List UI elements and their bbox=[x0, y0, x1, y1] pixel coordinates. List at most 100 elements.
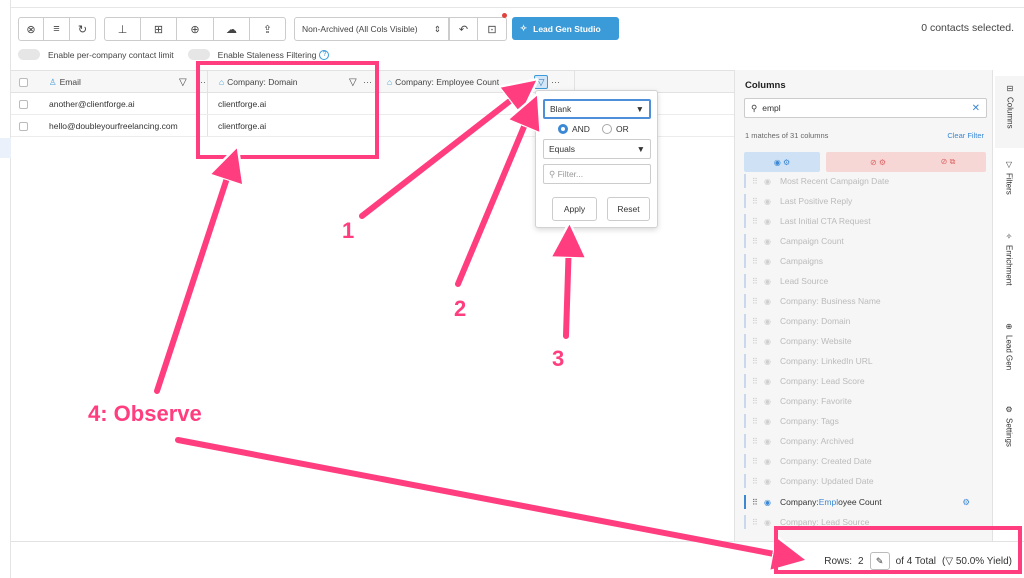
condition-select[interactable]: Blank ▼ bbox=[543, 99, 651, 119]
visibility-icon[interactable]: ◉ bbox=[764, 177, 780, 186]
visibility-icon[interactable]: ◉ bbox=[764, 277, 780, 286]
visibility-icon[interactable]: ◉ bbox=[764, 197, 780, 206]
help-icon[interactable]: ? bbox=[319, 49, 330, 60]
pin-icon[interactable]: ✎ bbox=[869, 552, 890, 570]
column-item[interactable]: ⠿ ◉ Company: Business Name bbox=[744, 291, 984, 311]
export-icon[interactable]: ⇪ bbox=[250, 17, 286, 41]
column-item[interactable]: ⠿ ◉ Company: Created Date bbox=[744, 451, 984, 471]
save-view-icon[interactable]: ⊡ bbox=[478, 17, 507, 41]
email-header[interactable]: ♙ Email bbox=[49, 71, 81, 93]
settings-icon[interactable]: ⚙ bbox=[962, 497, 970, 508]
drag-handle-icon[interactable]: ⠿ bbox=[752, 217, 764, 226]
visibility-icon[interactable]: ◉ bbox=[764, 518, 780, 527]
column-item[interactable]: ⠿ ◉ Campaigns bbox=[744, 251, 984, 271]
visibility-icon[interactable]: ◉ bbox=[764, 217, 780, 226]
drag-handle-icon[interactable]: ⠿ bbox=[752, 417, 764, 426]
cloud-icon[interactable]: ☁ bbox=[214, 17, 250, 41]
tab-lead-gen[interactable]: ⊕ Lead Gen bbox=[993, 322, 1024, 382]
domain-header[interactable]: ⌂ Company: Domain bbox=[219, 71, 298, 93]
column-item-active[interactable]: ⠿ ◉ Company: Empl oyee Count ⚙ bbox=[744, 492, 984, 512]
drag-handle-icon[interactable]: ⠿ bbox=[752, 518, 764, 527]
column-item[interactable]: ⠿ ◉ Company: Website bbox=[744, 331, 984, 351]
lead-gen-studio-button[interactable]: ✧ Lead Gen Studio bbox=[512, 17, 619, 40]
column-item[interactable]: ⠿ ◉ Company: Domain bbox=[744, 311, 984, 331]
clear-filter-link[interactable]: Clear Filter bbox=[947, 131, 984, 140]
visibility-icon[interactable]: ◉ bbox=[764, 337, 780, 346]
drag-handle-icon[interactable]: ⠿ bbox=[752, 337, 764, 346]
column-item[interactable]: ⠿ ◉ Company: Updated Date bbox=[744, 471, 984, 491]
tab-settings[interactable]: ⚙ Settings bbox=[993, 405, 1024, 465]
drag-handle-icon[interactable]: ⠿ bbox=[752, 257, 764, 266]
column-item[interactable]: ⠿ ◉ Company: Tags bbox=[744, 411, 984, 431]
or-radio[interactable] bbox=[601, 124, 612, 134]
staleness-toggle[interactable] bbox=[187, 49, 210, 60]
email-filter-icon[interactable]: ▽ bbox=[179, 71, 187, 93]
drag-handle-icon[interactable]: ⠿ bbox=[752, 377, 764, 386]
drag-handle-icon[interactable]: ⠿ bbox=[752, 397, 764, 406]
filter-list-icon[interactable]: ≡ bbox=[44, 17, 70, 41]
visibility-icon[interactable]: ◉ bbox=[764, 357, 780, 366]
visibility-icon[interactable]: ◉ bbox=[764, 377, 780, 386]
column-item[interactable]: ⠿ ◉ Most Recent Campaign Date bbox=[744, 171, 984, 191]
clear-search-icon[interactable]: ✕ bbox=[972, 103, 980, 114]
column-item[interactable]: ⠿ ◉ Lead Source bbox=[744, 271, 984, 291]
domain-filter-icon[interactable]: ▽ bbox=[349, 71, 357, 93]
visibility-icon[interactable]: ◉ bbox=[764, 317, 780, 326]
view-select[interactable]: Non-Archived (All Cols Visible) ⇕ bbox=[294, 17, 449, 41]
row-checkbox[interactable] bbox=[19, 115, 28, 137]
drag-handle-icon[interactable]: ⠿ bbox=[752, 477, 764, 486]
tab-filters[interactable]: ▽ Filters bbox=[993, 160, 1024, 220]
column-item[interactable]: ⠿ ◉ Company: Lead Score bbox=[744, 371, 984, 391]
reset-button[interactable]: Reset bbox=[607, 197, 650, 221]
column-item[interactable]: ⠿ ◉ Company: Favorite bbox=[744, 391, 984, 411]
employee-count-filter-icon[interactable]: ▽ bbox=[534, 75, 548, 89]
company-limit-toggle[interactable] bbox=[18, 49, 40, 60]
drag-handle-icon[interactable]: ⠿ bbox=[752, 197, 764, 206]
drag-handle-icon[interactable]: ⠿ bbox=[752, 177, 764, 186]
visibility-icon[interactable]: ◉ bbox=[764, 498, 780, 507]
add-column-icon[interactable]: ⊞ bbox=[141, 17, 177, 41]
column-item[interactable]: ⠿ ◉ Company: Lead Source bbox=[744, 512, 984, 532]
and-radio[interactable] bbox=[558, 124, 568, 134]
row-checkbox[interactable] bbox=[19, 93, 28, 115]
tab-columns[interactable]: ⊟ Columns bbox=[993, 76, 1024, 148]
drag-handle-icon[interactable]: ⠿ bbox=[752, 297, 764, 306]
undo-icon[interactable]: ↶ bbox=[449, 17, 478, 41]
drag-handle-icon[interactable]: ⠿ bbox=[752, 498, 764, 507]
visibility-icon[interactable]: ◉ bbox=[764, 257, 780, 266]
drag-handle-icon[interactable]: ⠿ bbox=[752, 357, 764, 366]
visibility-icon[interactable]: ◉ bbox=[764, 417, 780, 426]
clear-filters-icon[interactable]: ⊗ bbox=[18, 17, 44, 41]
visibility-icon[interactable]: ◉ bbox=[764, 397, 780, 406]
filter-input[interactable]: ⚲ Filter... bbox=[543, 164, 651, 184]
column-search-input[interactable]: ⚲ empl ✕ bbox=[744, 98, 987, 118]
operator-select[interactable]: Equals ▼ bbox=[543, 139, 651, 159]
visibility-icon[interactable]: ◉ bbox=[764, 237, 780, 246]
column-item[interactable]: ⠿ ◉ Campaign Count bbox=[744, 231, 984, 251]
show-all-button[interactable]: ◉ ⚙ bbox=[744, 152, 820, 172]
drag-handle-icon[interactable]: ⠿ bbox=[752, 317, 764, 326]
column-item[interactable]: ⠿ ◉ Company: LinkedIn URL bbox=[744, 351, 984, 371]
visibility-icon[interactable]: ◉ bbox=[764, 437, 780, 446]
import-icon[interactable]: ⊥ bbox=[104, 17, 141, 41]
column-item[interactable]: ⠿ ◉ Last Initial CTA Request bbox=[744, 211, 984, 231]
visibility-icon[interactable]: ◉ bbox=[764, 297, 780, 306]
apply-button[interactable]: Apply bbox=[552, 197, 597, 221]
visibility-icon[interactable]: ◉ bbox=[764, 477, 780, 486]
visibility-icon[interactable]: ◉ bbox=[764, 457, 780, 466]
drag-handle-icon[interactable]: ⠿ bbox=[752, 237, 764, 246]
tab-enrichment[interactable]: ✧ Enrichment bbox=[993, 232, 1024, 302]
select-all-checkbox[interactable] bbox=[19, 71, 28, 93]
globe-icon[interactable]: ⊕ bbox=[177, 17, 214, 41]
drag-handle-icon[interactable]: ⠿ bbox=[752, 437, 764, 446]
employee-count-header[interactable]: ⌂ Company: Employee Count bbox=[387, 71, 499, 93]
drag-handle-icon[interactable]: ⠿ bbox=[752, 277, 764, 286]
domain-menu-icon[interactable]: ⋯ bbox=[363, 71, 372, 93]
column-item[interactable]: ⠿ ◉ Company: Archived bbox=[744, 431, 984, 451]
drag-handle-icon[interactable]: ⠿ bbox=[752, 457, 764, 466]
refresh-icon[interactable]: ↻ bbox=[70, 17, 96, 41]
column-item[interactable]: ⠿ ◉ Last Positive Reply bbox=[744, 191, 984, 211]
left-nav-active[interactable] bbox=[0, 138, 11, 158]
email-menu-icon[interactable]: ⋯ bbox=[197, 71, 206, 93]
hide-selected-button[interactable]: ⊘ ⧉ bbox=[910, 152, 986, 172]
